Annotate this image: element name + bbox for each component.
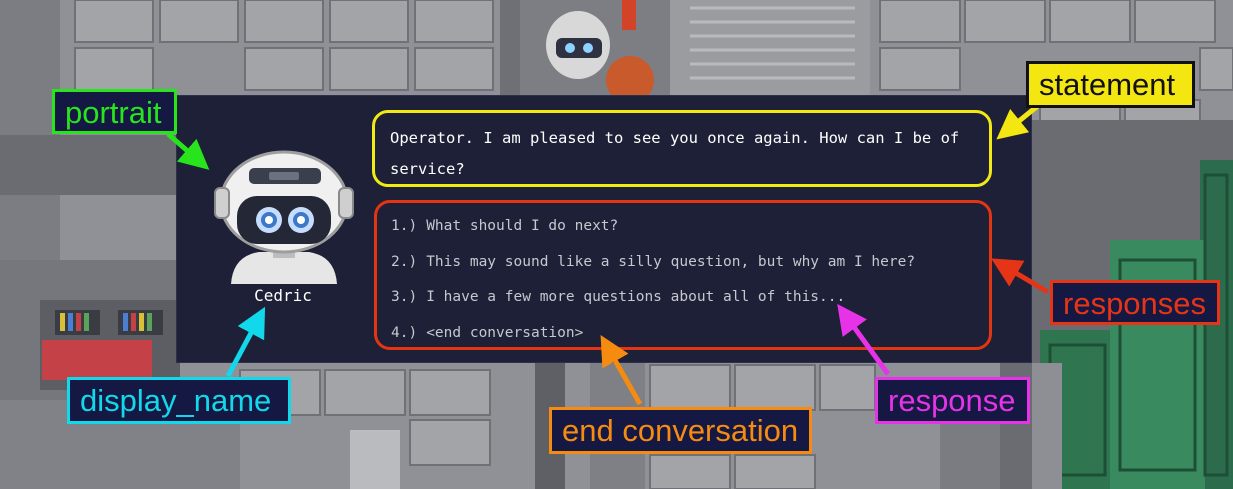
response-text: <end conversation>: [426, 324, 584, 341]
game-scene: Cedric Operator. I am pleased to see you…: [0, 0, 1233, 489]
display-name-annotation-label: display_name: [67, 377, 291, 424]
response-option-3[interactable]: 3.) I have a few more questions about all…: [391, 280, 979, 316]
end-conversation-annotation-label: end conversation: [549, 407, 812, 454]
response-text: This may sound like a silly question, bu…: [426, 253, 916, 270]
responses-list: 1.) What should I do next? 2.) This may so…: [374, 200, 992, 350]
display-name: Cedric: [254, 286, 312, 305]
response-annotation-label: response: [875, 377, 1030, 424]
portrait-annotation-label: portrait: [52, 89, 177, 134]
dialog-box: Cedric Operator. I am pleased to see you…: [176, 95, 1032, 363]
statement-text: Operator. I am pleased to see you once a…: [390, 129, 960, 178]
responses-annotation-label: responses: [1050, 280, 1220, 325]
robot-portrait-icon: [211, 144, 357, 284]
response-text: I have a few more questions about all of…: [426, 289, 846, 305]
response-number: 4.): [391, 324, 418, 341]
response-option-2[interactable]: 2.) This may sound like a silly question,…: [391, 245, 979, 281]
response-number: 2.): [391, 253, 418, 270]
response-number: 3.): [391, 289, 418, 305]
robot-portrait-image: [214, 150, 354, 284]
response-option-1[interactable]: 1.) What should I do next?: [391, 209, 979, 245]
statement-box: Operator. I am pleased to see you once a…: [372, 110, 992, 187]
end-conversation-option[interactable]: 4.) <end conversation>: [391, 316, 979, 352]
response-number: 1.): [391, 218, 418, 234]
response-text: What should I do next?: [426, 218, 619, 234]
statement-annotation-label: statement: [1026, 61, 1195, 108]
